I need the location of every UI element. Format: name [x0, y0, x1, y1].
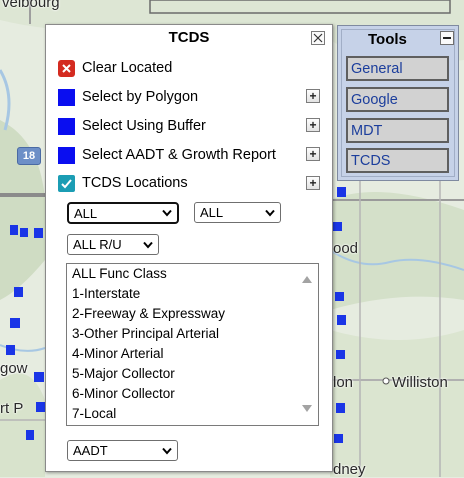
map-station-marker[interactable] — [20, 228, 28, 237]
map-station-marker[interactable] — [335, 292, 344, 301]
minimize-icon[interactable] — [440, 31, 454, 45]
blue-square-icon — [58, 117, 75, 135]
select-by-polygon-label: Select by Polygon — [82, 89, 199, 105]
map-station-marker[interactable] — [26, 430, 34, 440]
map-station-marker[interactable] — [337, 187, 346, 197]
map-station-marker[interactable] — [336, 350, 345, 359]
scroll-down-icon[interactable] — [301, 404, 313, 414]
chevron-down-icon — [162, 447, 172, 455]
checkbox-checked-icon[interactable] — [58, 174, 75, 192]
list-item[interactable]: 4-Minor Arterial — [72, 346, 164, 361]
filter-1-select[interactable]: ALL — [67, 202, 179, 224]
list-item[interactable]: 1-Interstate — [72, 286, 140, 301]
expand-locations-icon[interactable]: + — [306, 176, 320, 190]
select-by-polygon-button[interactable]: Select by Polygon — [58, 87, 328, 107]
scroll-up-icon[interactable] — [301, 274, 313, 284]
map-label-ton: lon — [333, 374, 354, 391]
select-aadt-growth-label: Select AADT & Growth Report — [82, 147, 276, 163]
map-station-marker[interactable] — [6, 345, 15, 355]
filter-2-value: ALL — [200, 205, 224, 220]
map-label-rtp: rt P — [0, 400, 24, 417]
map-station-marker[interactable] — [333, 222, 342, 231]
map-label-top: velbourg — [2, 0, 60, 11]
list-item[interactable]: 5-Major Collector — [72, 366, 175, 381]
map-station-marker[interactable] — [34, 228, 43, 238]
tools-mdt-button[interactable]: MDT — [346, 118, 449, 143]
rural-urban-select[interactable]: ALL R/U — [67, 234, 159, 255]
tcds-panel: TCDS Clear Located Select by Polygon + S… — [45, 24, 333, 472]
blue-square-icon — [58, 146, 75, 164]
select-aadt-growth-button[interactable]: Select AADT & Growth Report — [58, 145, 328, 165]
tools-tcds-button[interactable]: TCDS — [346, 148, 449, 173]
expand-polygon-icon[interactable]: + — [306, 89, 320, 103]
list-item[interactable]: 6-Minor Collector — [72, 386, 175, 401]
tcds-locations-label: TCDS Locations — [82, 175, 188, 191]
map-station-marker[interactable] — [336, 403, 345, 413]
close-icon[interactable] — [311, 31, 325, 45]
chevron-down-icon — [162, 209, 172, 217]
expand-buffer-icon[interactable]: + — [306, 118, 320, 132]
map-label-gow: gow — [0, 360, 28, 377]
map-label-dney: dney — [333, 461, 366, 478]
clear-located-button[interactable]: Clear Located — [58, 58, 328, 78]
clear-located-label: Clear Located — [82, 60, 173, 76]
chevron-down-icon — [143, 241, 153, 249]
route-shield-icon: 18 — [17, 147, 41, 165]
list-item[interactable]: 2-Freeway & Expressway — [72, 306, 225, 321]
map-label-wood: ood — [333, 240, 359, 257]
filter-2-select[interactable]: ALL — [194, 202, 281, 223]
map-station-marker[interactable] — [34, 372, 44, 382]
tcds-panel-title: TCDS — [168, 29, 210, 46]
blue-square-icon — [58, 88, 75, 106]
tools-general-button[interactable]: General — [346, 56, 449, 81]
expand-aadt-icon[interactable]: + — [306, 147, 320, 161]
list-item[interactable]: 3-Other Principal Arterial — [72, 326, 219, 341]
chevron-down-icon — [265, 209, 275, 217]
filter-1-value: ALL — [74, 205, 98, 221]
func-class-listbox[interactable]: ALL Func Class 1-Interstate 2-Freeway & … — [66, 263, 319, 426]
metric-select[interactable]: AADT — [67, 440, 178, 461]
map-station-marker[interactable] — [10, 225, 18, 235]
list-item[interactable]: 7-Local — [72, 406, 116, 421]
map-station-marker[interactable] — [14, 287, 23, 297]
select-using-buffer-label: Select Using Buffer — [82, 118, 206, 134]
tools-google-button[interactable]: Google — [346, 87, 449, 112]
map-station-marker[interactable] — [334, 434, 343, 443]
map-station-marker[interactable] — [36, 402, 45, 412]
tools-panel: Tools General Google MDT TCDS — [337, 25, 459, 181]
map-station-marker[interactable] — [10, 318, 20, 328]
rural-urban-value: ALL R/U — [73, 237, 122, 252]
map-station-marker[interactable] — [337, 315, 346, 325]
tcds-locations-toggle[interactable]: TCDS Locations — [58, 173, 328, 193]
select-using-buffer-button[interactable]: Select Using Buffer — [58, 116, 328, 136]
metric-value: AADT — [73, 443, 108, 458]
clear-x-icon — [58, 59, 75, 77]
list-item[interactable]: ALL Func Class — [72, 266, 167, 281]
tools-panel-title: Tools — [368, 31, 407, 48]
map-label-williston: Williston — [392, 374, 448, 391]
